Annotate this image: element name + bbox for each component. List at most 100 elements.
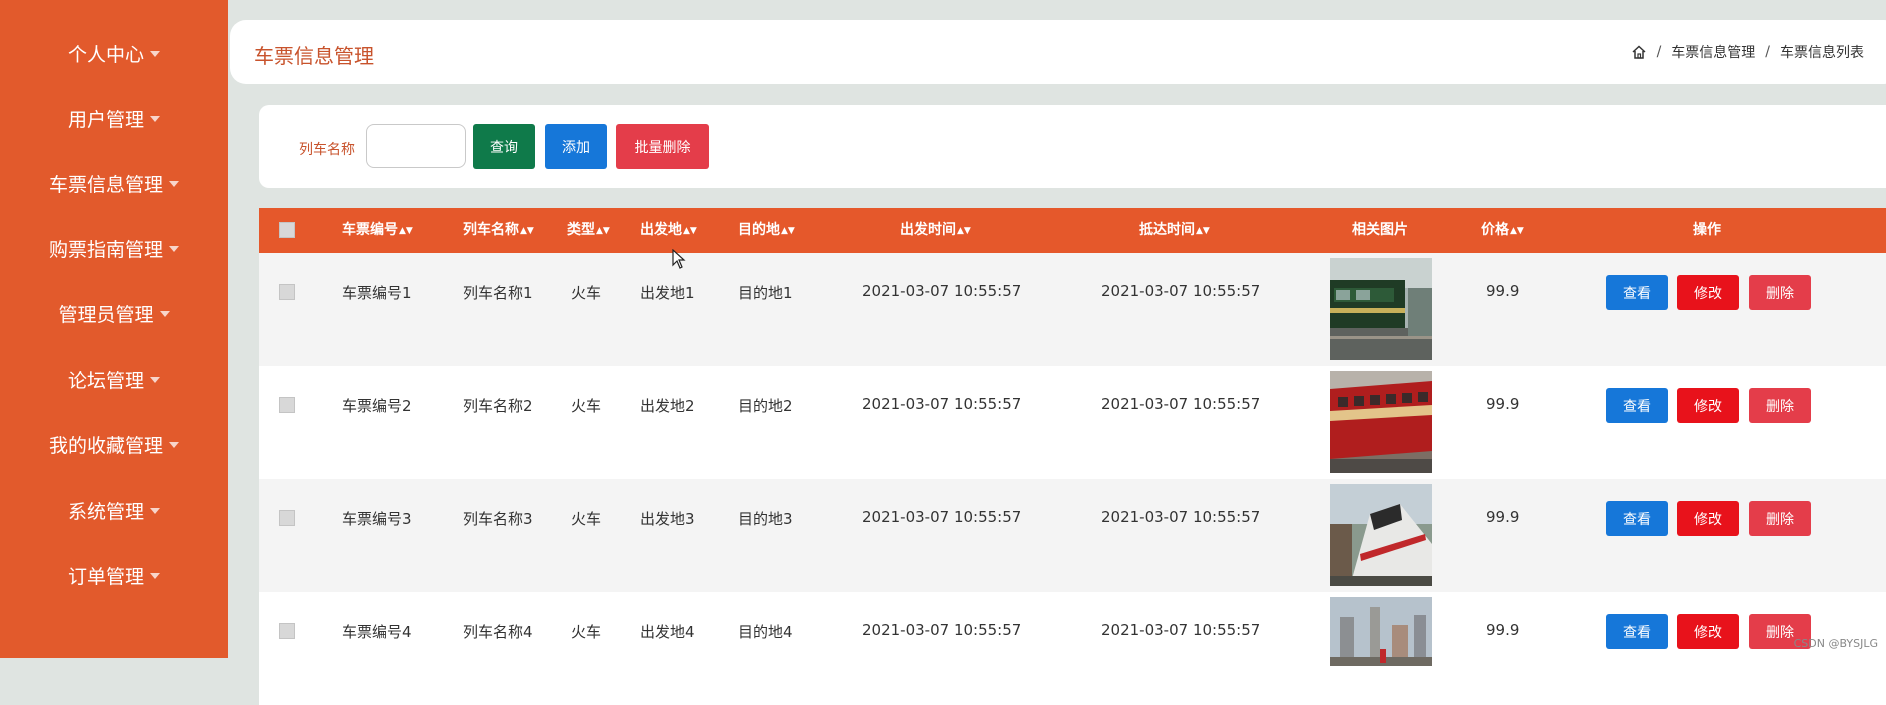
destination-cell: 目的地1 (738, 284, 793, 302)
sort-icon: ▲▼ (957, 226, 971, 236)
train-image[interactable] (1330, 258, 1432, 360)
sort-icon: ▲▼ (596, 226, 610, 236)
breadcrumb: / 车票信息管理 / 车票信息列表 (1631, 42, 1864, 62)
sidebar-item-guide[interactable]: 购票指南管理 (0, 228, 228, 268)
edit-button[interactable]: 修改 (1677, 388, 1739, 423)
sidebar-item-label: 我的收藏管理 (48, 434, 163, 457)
sidebar-item-label: 论坛管理 (67, 369, 144, 392)
column-header-ticket-no[interactable]: 车票编号▲▼ (342, 208, 413, 253)
table-row: 车票编号3 列车名称3 火车 出发地3 目的地3 2021-03-07 10:5… (259, 479, 1886, 592)
train-image[interactable] (1330, 484, 1432, 586)
table-header: 车票编号▲▼ 列车名称▲▼ 类型▲▼ 出发地▲▼ 目的地▲▼ 出发时间▲▼ 抵达… (259, 208, 1886, 253)
row-checkbox[interactable] (279, 510, 295, 526)
sort-icon: ▲▼ (520, 226, 534, 236)
query-button[interactable]: 查询 (473, 124, 535, 169)
batch-delete-button[interactable]: 批量删除 (616, 124, 709, 169)
add-button[interactable]: 添加 (545, 124, 607, 169)
chevron-down-icon (159, 311, 170, 317)
train-image[interactable] (1330, 371, 1432, 473)
view-button[interactable]: 查看 (1606, 275, 1668, 310)
sidebar-item-admins[interactable]: 管理员管理 (0, 293, 228, 333)
ticket-table: 车票编号▲▼ 列车名称▲▼ 类型▲▼ 出发地▲▼ 目的地▲▼ 出发时间▲▼ 抵达… (259, 208, 1886, 705)
watermark: CSDN @BYSJLG (1793, 637, 1878, 650)
train-name-cell: 列车名称2 (463, 397, 533, 415)
sidebar-item-personal-center[interactable]: 个人中心 (0, 33, 228, 73)
origin-cell: 出发地4 (640, 623, 695, 641)
column-header-train-name[interactable]: 列车名称▲▼ (463, 208, 534, 253)
train-name-cell: 列车名称4 (463, 623, 533, 641)
row-checkbox[interactable] (279, 284, 295, 300)
breadcrumb-separator: / (1656, 44, 1662, 60)
arrive-time-cell: 2021-03-07 10:55:57 (1101, 621, 1261, 639)
home-icon[interactable] (1631, 44, 1647, 60)
sidebar-item-label: 系统管理 (67, 500, 144, 523)
table-row: 车票编号4 列车名称4 火车 出发地4 目的地4 2021-03-07 10:5… (259, 592, 1886, 705)
arrive-time-cell: 2021-03-07 10:55:57 (1101, 395, 1261, 413)
edit-button[interactable]: 修改 (1677, 501, 1739, 536)
delete-button[interactable]: 删除 (1749, 388, 1811, 423)
sidebar-item-forum[interactable]: 论坛管理 (0, 359, 228, 399)
sidebar-item-label: 用户管理 (67, 108, 144, 131)
column-header-price[interactable]: 价格▲▼ (1481, 208, 1524, 253)
chevron-down-icon (150, 116, 160, 122)
origin-cell: 出发地1 (640, 284, 695, 302)
column-header-type[interactable]: 类型▲▼ (567, 208, 610, 253)
edit-button[interactable]: 修改 (1677, 275, 1739, 310)
type-cell: 火车 (571, 623, 602, 641)
train-name-input[interactable] (366, 124, 466, 168)
sidebar-item-tickets[interactable]: 车票信息管理 (0, 163, 228, 203)
sidebar-item-label: 车票信息管理 (48, 173, 163, 196)
ticket-no-cell: 车票编号3 (342, 510, 412, 528)
arrive-time-cell: 2021-03-07 10:55:57 (1101, 508, 1261, 526)
search-panel: 列车名称 查询 添加 批量删除 (259, 105, 1886, 188)
depart-time-cell: 2021-03-07 10:55:57 (862, 621, 1022, 639)
delete-button[interactable]: 删除 (1749, 275, 1811, 310)
breadcrumb-item: 车票信息列表 (1780, 45, 1864, 61)
sidebar-item-label: 购票指南管理 (48, 238, 163, 261)
sidebar-item-users[interactable]: 用户管理 (0, 98, 228, 138)
edit-button[interactable]: 修改 (1677, 614, 1739, 649)
sidebar-item-favorites[interactable]: 我的收藏管理 (0, 424, 228, 464)
breadcrumb-item[interactable]: 车票信息管理 (1671, 42, 1755, 62)
price-cell: 99.9 (1486, 282, 1520, 300)
train-name-cell: 列车名称1 (463, 284, 533, 302)
delete-button[interactable]: 删除 (1749, 501, 1811, 536)
breadcrumb-separator: / (1765, 44, 1770, 60)
chevron-down-icon (150, 377, 160, 383)
price-cell: 99.9 (1486, 508, 1520, 526)
price-cell: 99.9 (1486, 395, 1520, 413)
column-header-destination[interactable]: 目的地▲▼ (738, 208, 795, 253)
sort-icon: ▲▼ (781, 226, 795, 236)
ticket-no-cell: 车票编号1 (342, 284, 412, 302)
train-image[interactable] (1330, 597, 1432, 666)
column-header-depart-time[interactable]: 出发时间▲▼ (900, 208, 971, 253)
arrive-time-cell: 2021-03-07 10:55:57 (1101, 282, 1261, 300)
sidebar-item-label: 订单管理 (67, 565, 144, 588)
chevron-down-icon (150, 51, 160, 57)
sidebar-item-orders[interactable]: 订单管理 (0, 555, 228, 595)
column-header-arrive-time[interactable]: 抵达时间▲▼ (1139, 208, 1210, 253)
sidebar-item-system[interactable]: 系统管理 (0, 490, 228, 530)
column-header-origin[interactable]: 出发地▲▼ (640, 208, 697, 253)
view-button[interactable]: 查看 (1606, 388, 1668, 423)
select-all-checkbox[interactable] (279, 222, 295, 238)
view-button[interactable]: 查看 (1606, 501, 1668, 536)
chevron-down-icon (150, 573, 160, 579)
depart-time-cell: 2021-03-07 10:55:57 (862, 282, 1022, 300)
row-checkbox[interactable] (279, 397, 295, 413)
sort-icon: ▲▼ (399, 226, 413, 236)
sidebar-item-label: 个人中心 (67, 43, 144, 66)
row-checkbox[interactable] (279, 623, 295, 639)
destination-cell: 目的地4 (738, 623, 793, 641)
page-title: 车票信息管理 (254, 44, 374, 68)
origin-cell: 出发地3 (640, 510, 695, 528)
column-header-image: 相关图片 (1352, 222, 1408, 238)
view-button[interactable]: 查看 (1606, 614, 1668, 649)
ticket-no-cell: 车票编号2 (342, 397, 412, 415)
page-header: 车票信息管理 / 车票信息管理 / 车票信息列表 (230, 20, 1886, 84)
destination-cell: 目的地3 (738, 510, 793, 528)
sidebar-item-label: 管理员管理 (58, 303, 154, 326)
chevron-down-icon (169, 181, 179, 187)
train-name-cell: 列车名称3 (463, 510, 533, 528)
origin-cell: 出发地2 (640, 397, 695, 415)
